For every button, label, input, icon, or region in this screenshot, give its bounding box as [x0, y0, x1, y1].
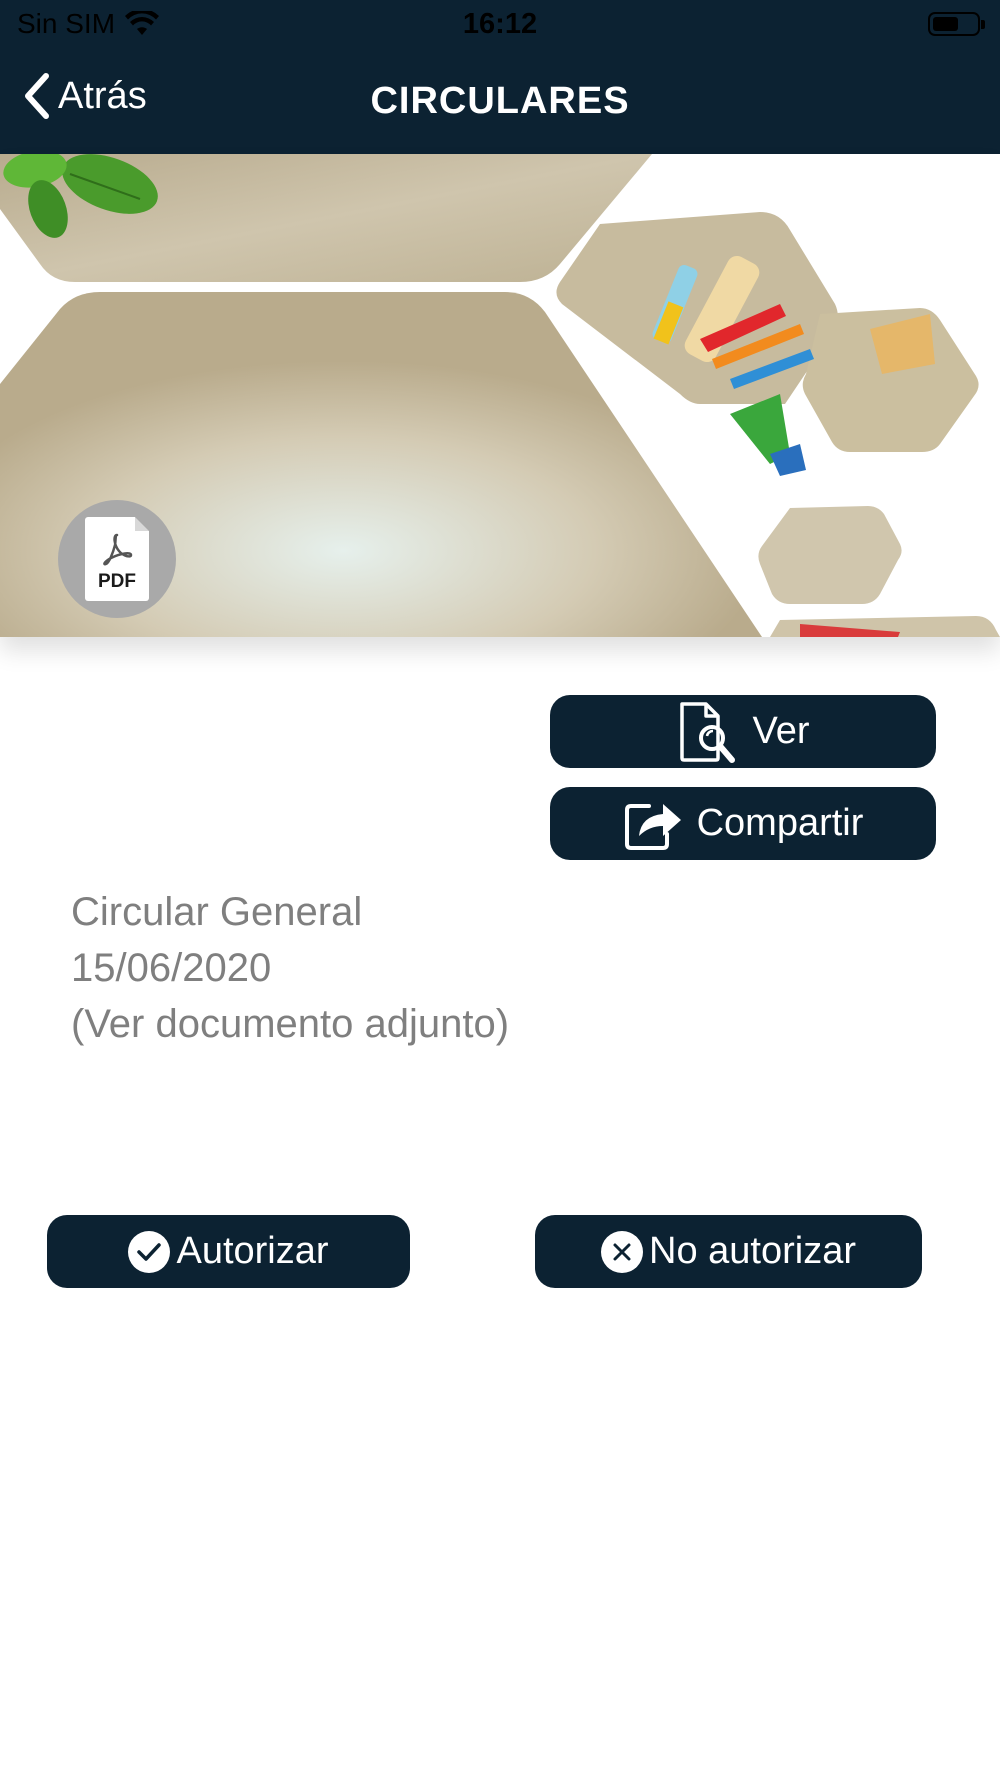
status-time: 16:12 [462, 8, 538, 40]
top-header: Sin SIM 16:12 Atrás CIRCULARES [0, 0, 1000, 154]
share-label: Compartir [696, 802, 864, 844]
share-button[interactable]: Compartir [550, 787, 936, 860]
circular-description: Circular General 15/06/2020 (Ver documen… [71, 884, 509, 1052]
share-icon [624, 803, 681, 850]
document-search-icon [680, 701, 736, 763]
pdf-document-icon: PDF [85, 517, 149, 601]
view-label: Ver [752, 710, 810, 752]
circular-detail-screen: Sin SIM 16:12 Atrás CIRCULARES PDF Ver C… [0, 0, 1000, 1778]
view-button[interactable]: Ver [550, 695, 936, 768]
check-circle-icon [128, 1230, 171, 1273]
pdf-attachment-badge[interactable]: PDF [58, 500, 176, 618]
circular-date: 15/06/2020 [71, 946, 272, 990]
authorize-button[interactable]: Autorizar [47, 1215, 410, 1288]
deny-button[interactable]: No autorizar [535, 1215, 922, 1288]
authorize-label: Autorizar [176, 1230, 329, 1272]
battery-fill [933, 17, 958, 31]
page-title: CIRCULARES [370, 80, 630, 122]
circular-title: Circular General [71, 890, 363, 934]
battery-icon [928, 12, 985, 36]
deny-label: No autorizar [649, 1230, 856, 1272]
x-circle-icon [601, 1230, 643, 1273]
acrobat-icon [103, 533, 133, 566]
pdf-label: PDF [98, 571, 136, 592]
circular-note: (Ver documento adjunto) [71, 1002, 510, 1046]
